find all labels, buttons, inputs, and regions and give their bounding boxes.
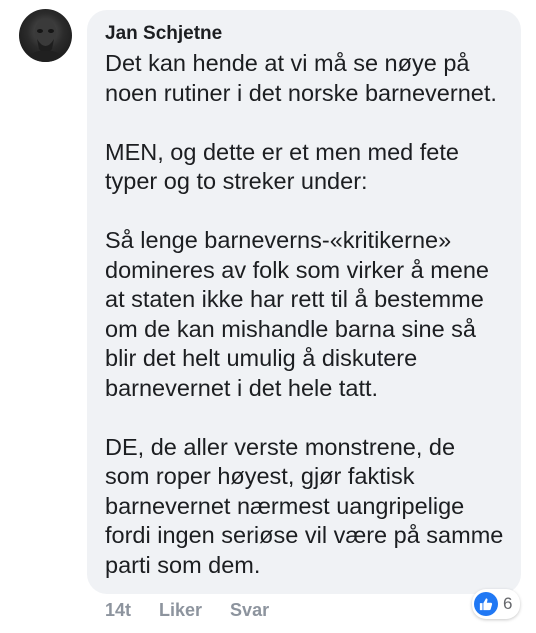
reaction-summary[interactable]: 6 <box>472 589 521 619</box>
comment-paragraph: DE, de aller verste monstrene, de som ro… <box>105 433 504 578</box>
comment-paragraph: MEN, og dette er et men med fete typer o… <box>105 138 459 195</box>
avatar[interactable] <box>19 9 72 62</box>
like-button[interactable]: Liker <box>159 600 202 621</box>
thumbs-up-icon <box>474 592 498 616</box>
reply-button[interactable]: Svar <box>230 600 269 621</box>
comment-bubble: Jan Schjetne Det kan hende at vi må se n… <box>87 10 521 594</box>
comment-actions: 14t Liker Svar <box>105 600 269 621</box>
comment-paragraph: Så lenge barneverns-«kritikerne» dominer… <box>105 227 489 401</box>
reaction-count: 6 <box>503 594 513 613</box>
comment-timestamp[interactable]: 14t <box>105 600 131 621</box>
comment-text: Det kan hende at vi må se nøye på noen r… <box>105 49 505 580</box>
comment-author[interactable]: Jan Schjetne <box>105 22 505 46</box>
comment-paragraph: Det kan hende at vi må se nøye på noen r… <box>105 50 497 106</box>
